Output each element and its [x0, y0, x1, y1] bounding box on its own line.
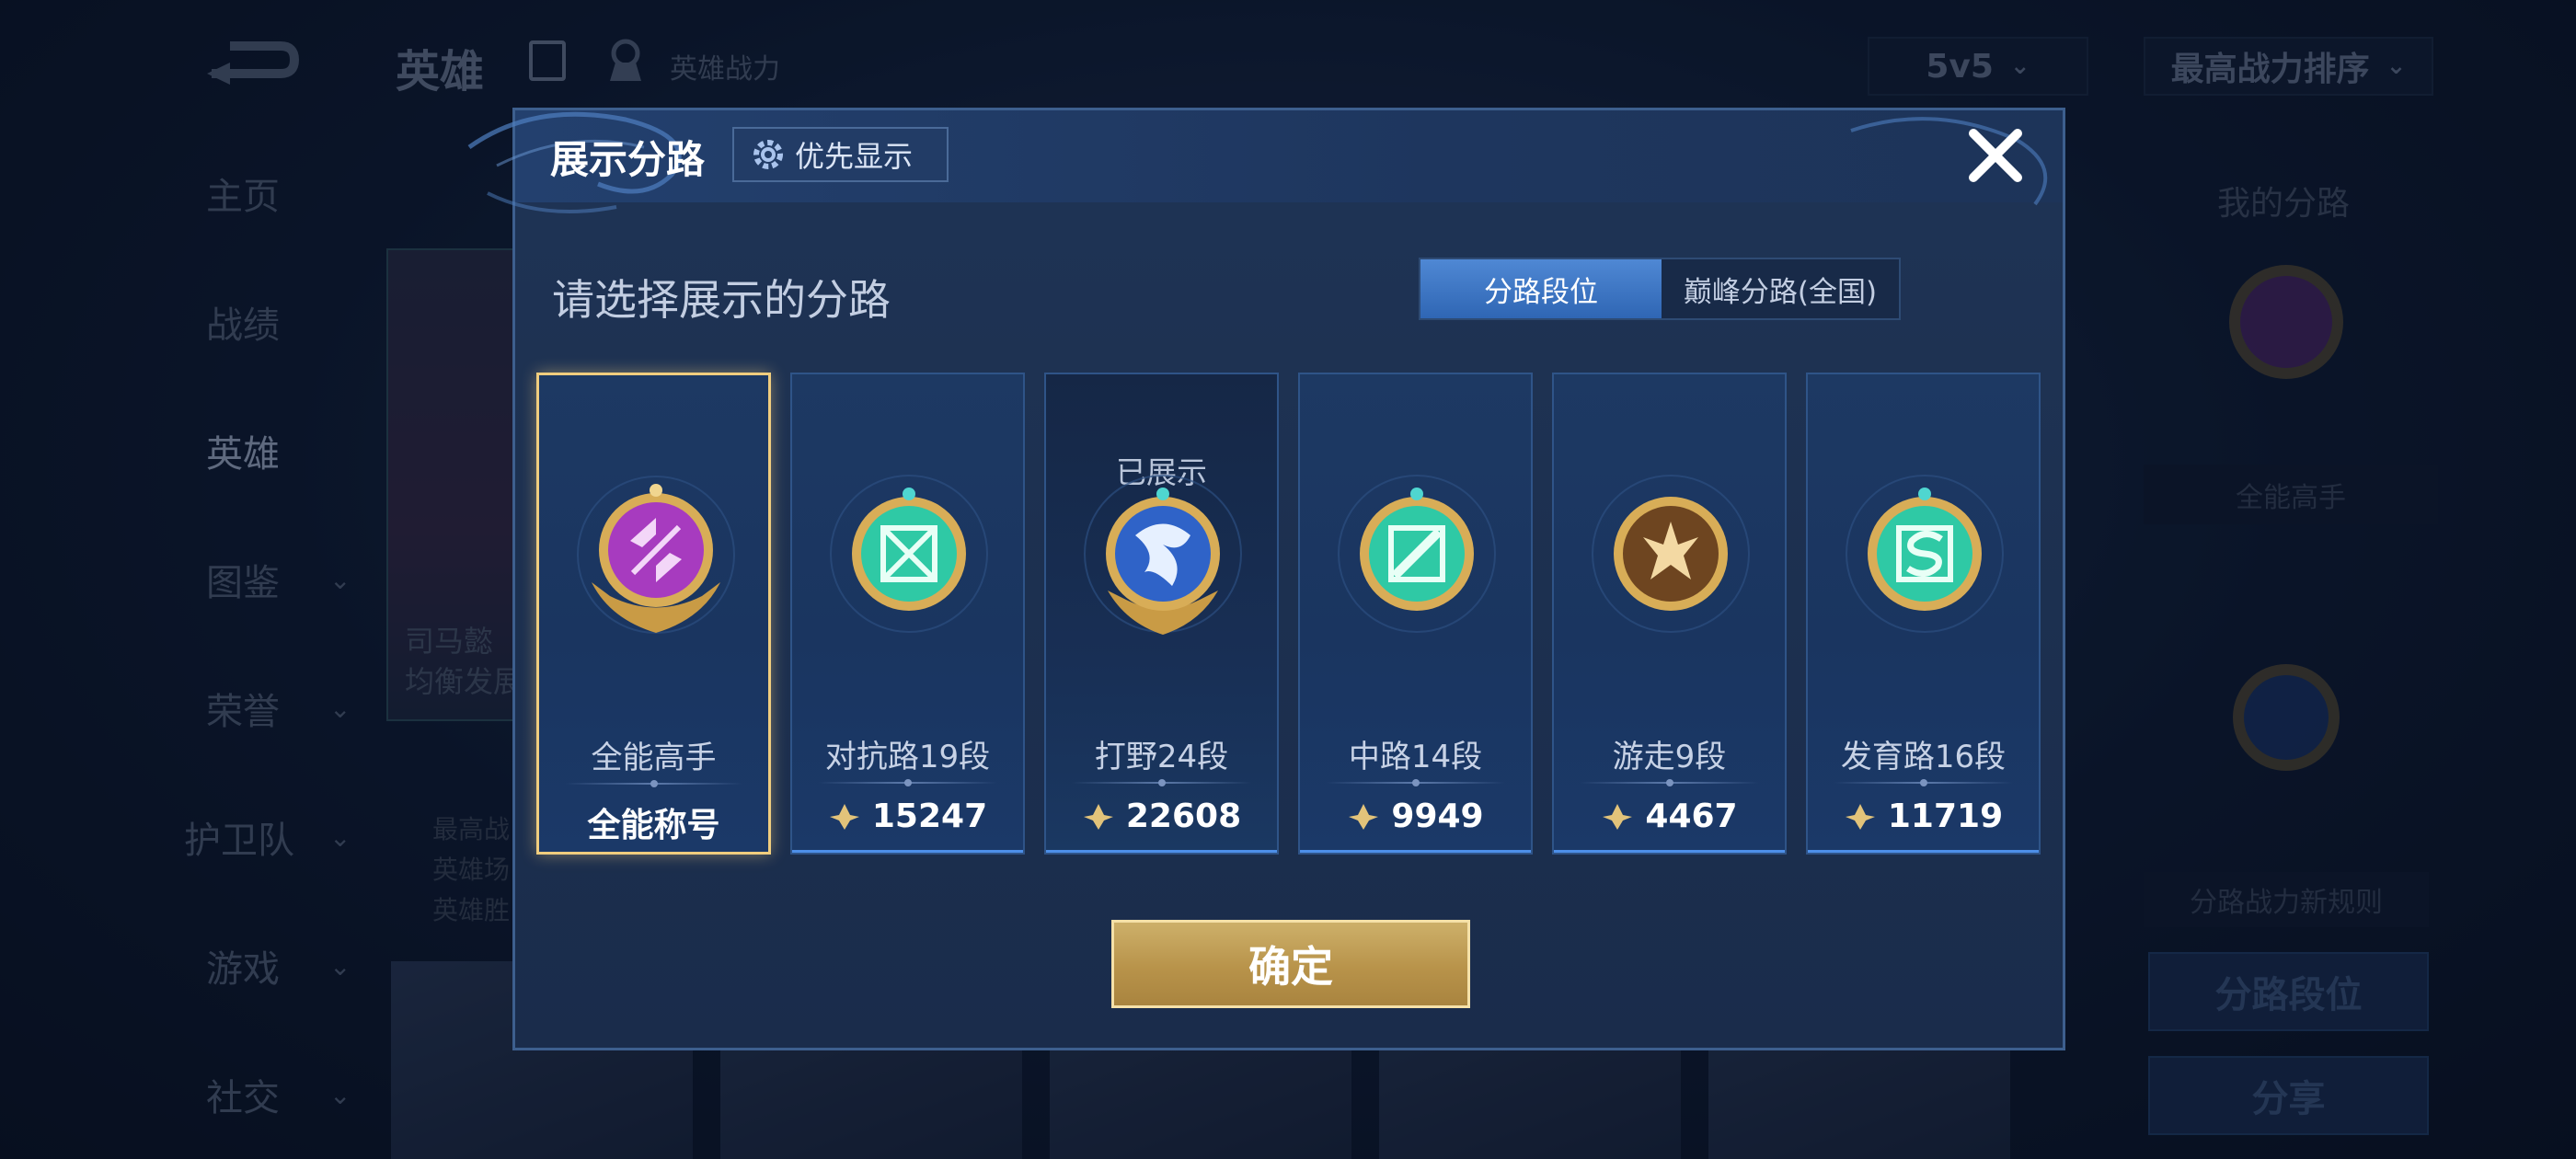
confirm-button[interactable]: 确定	[1111, 920, 1470, 1008]
lane-title-value: 全能称号	[539, 798, 768, 846]
lane-card-clash[interactable]: 对抗路19段 15247	[790, 373, 1025, 855]
power-icon	[829, 803, 859, 830]
power-icon	[1845, 803, 1875, 830]
divider	[1580, 779, 1759, 786]
lane-value-text: 9949	[1391, 798, 1484, 835]
divider	[818, 779, 997, 786]
lane-value-text: 11719	[1887, 798, 2004, 835]
lane-value-text: 15247	[871, 798, 988, 835]
priority-display-label: 优先显示	[795, 139, 914, 174]
dialog-title: 展示分路	[550, 137, 706, 182]
lane-power-value: 9949	[1300, 798, 1531, 835]
lane-card-jungle[interactable]: 已展示 打野24段 22608	[1044, 373, 1279, 855]
tab-lane-rank[interactable]: 分路段位	[1420, 259, 1662, 318]
divider	[1326, 779, 1505, 786]
lane-power-value: 4467	[1554, 798, 1785, 835]
power-icon	[1083, 803, 1113, 830]
divider	[565, 780, 742, 787]
card-glow	[792, 850, 1023, 853]
lane-card-all-round[interactable]: 全能高手 全能称号	[536, 373, 771, 855]
lane-power-value: 15247	[792, 798, 1023, 835]
card-glow	[1808, 850, 2039, 853]
lane-display-dialog: 展示分路 优先显示 请选择展示的分路 分路段位 巅峰分路(全国) 全能高手 全能…	[467, 108, 2065, 1050]
tab-peak-lane[interactable]: 巅峰分路(全国)	[1662, 259, 1899, 318]
divider	[1834, 779, 2013, 786]
lane-name: 全能高手	[591, 740, 717, 776]
close-icon[interactable]	[1964, 124, 2027, 187]
lane-card-roam[interactable]: 游走9段 4467	[1552, 373, 1787, 855]
lane-view-tabs: 分路段位 巅峰分路(全国)	[1419, 258, 1901, 320]
lane-power-value: 11719	[1808, 798, 2039, 835]
lane-value-text: 22608	[1125, 798, 1242, 835]
lane-name: 打野24段	[1094, 739, 1229, 775]
lane-name: 发育路16段	[1840, 739, 2007, 775]
lane-name: 游走9段	[1612, 739, 1727, 775]
lane-value-text: 4467	[1645, 798, 1738, 835]
farm-lane-emblem-icon	[1846, 475, 2004, 633]
jungle-emblem-icon	[1084, 475, 1242, 635]
all-round-emblem-icon	[577, 476, 735, 634]
mid-lane-emblem-icon	[1338, 475, 1496, 633]
lane-name: 对抗路19段	[824, 739, 991, 775]
lane-name: 中路14段	[1348, 739, 1483, 775]
card-glow	[1300, 850, 1531, 853]
power-icon	[1603, 803, 1633, 830]
priority-display-button[interactable]: 优先显示	[732, 127, 949, 182]
clash-lane-emblem-icon	[830, 475, 988, 633]
roam-emblem-icon	[1592, 475, 1750, 633]
lane-value-text: 全能称号	[587, 807, 720, 844]
card-glow	[1046, 850, 1277, 853]
divider	[1072, 779, 1251, 786]
dialog-subtitle: 请选择展示的分路	[552, 275, 891, 325]
lane-power-value: 22608	[1046, 798, 1277, 835]
power-icon	[1349, 803, 1379, 830]
gear-icon	[753, 140, 783, 169]
lane-card-mid[interactable]: 中路14段 9949	[1298, 373, 1533, 855]
lane-card-farm[interactable]: 发育路16段 11719	[1806, 373, 2041, 855]
card-glow	[1554, 850, 1785, 853]
